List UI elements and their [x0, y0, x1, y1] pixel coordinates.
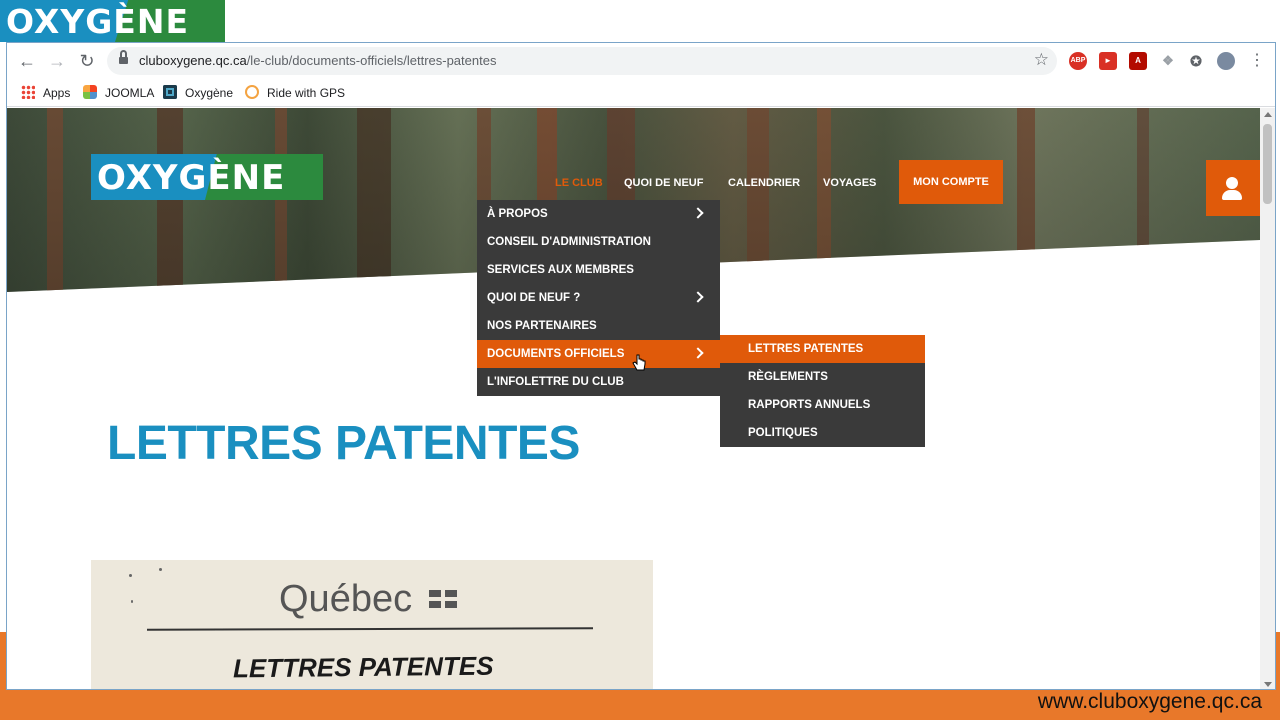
- overlay-logo: OXYGÈNE: [0, 0, 225, 42]
- quebec-flag-icon: [429, 590, 461, 610]
- site-logo-text: OXYGÈNE: [97, 158, 286, 198]
- menu-item-infolettre[interactable]: L'INFOLETTRE DU CLUB: [477, 368, 720, 396]
- submenu-item-politiques[interactable]: POLITIQUES: [720, 419, 925, 447]
- joomla-icon: [83, 85, 97, 99]
- address-url[interactable]: cluboxygene.qc.ca/le-club/documents-offi…: [139, 53, 496, 68]
- back-arrow-icon[interactable]: ←: [15, 49, 39, 73]
- chevron-right-icon: [692, 291, 704, 303]
- extensions-puzzle-icon[interactable]: ✪: [1187, 52, 1205, 70]
- lettres-patentes-document-image: Québec LETTRES PATENTES: [91, 560, 653, 689]
- submenu-item-rapports-annuels[interactable]: RAPPORTS ANNUELS: [720, 391, 925, 419]
- browser-window: ← → ↻ cluboxygene.qc.ca/le-club/document…: [6, 42, 1276, 690]
- caption-website-url: www.cluboxygene.qc.ca: [1037, 690, 1262, 713]
- page-title: LETTRES PATENTES: [107, 417, 580, 470]
- browser-toolbar: ← → ↻ cluboxygene.qc.ca/le-club/document…: [7, 43, 1275, 79]
- document-header-quebec: Québec: [279, 578, 413, 620]
- address-bar[interactable]: cluboxygene.qc.ca/le-club/documents-offi…: [107, 47, 1057, 75]
- submenu-item-lettres-patentes[interactable]: LETTRES PATENTES: [720, 335, 925, 363]
- user-account-button[interactable]: [1206, 160, 1260, 216]
- bookmark-joomla[interactable]: JOOMLA: [83, 85, 154, 100]
- video-extension-icon[interactable]: ►: [1099, 52, 1117, 70]
- bookmark-oxygene[interactable]: Oxygène: [163, 85, 233, 100]
- browser-menu-icon[interactable]: ⋮: [1245, 49, 1269, 73]
- scrollbar-thumb[interactable]: [1263, 124, 1272, 204]
- menu-item-documents-officiels[interactable]: DOCUMENTS OFFICIELS: [477, 340, 720, 368]
- oxygene-icon: [163, 85, 177, 99]
- pdf-extension-icon[interactable]: A: [1129, 52, 1147, 70]
- bookmarks-bar: Apps JOOMLA Oxygène Ride with GPS: [7, 79, 1275, 107]
- forward-arrow-icon[interactable]: →: [45, 49, 69, 73]
- dropbox-extension-icon[interactable]: ❖: [1159, 52, 1177, 70]
- chevron-right-icon: [692, 207, 704, 219]
- menu-item-quoi-de-neuf[interactable]: QUOI DE NEUF ?: [477, 284, 720, 312]
- bookmark-star-icon[interactable]: ☆: [1034, 50, 1049, 70]
- menu-item-a-propos[interactable]: À PROPOS: [477, 200, 720, 228]
- site-logo[interactable]: OXYGÈNE: [91, 154, 323, 200]
- page-scrollbar[interactable]: [1260, 108, 1275, 689]
- scroll-down-arrow-icon[interactable]: [1264, 682, 1272, 687]
- le-club-dropdown-menu: À PROPOS CONSEIL D'ADMINISTRATION SERVIC…: [477, 200, 720, 396]
- documents-officiels-submenu: LETTRES PATENTES RÈGLEMENTS RAPPORTS ANN…: [720, 335, 925, 447]
- submenu-item-reglements[interactable]: RÈGLEMENTS: [720, 363, 925, 391]
- menu-item-conseil[interactable]: CONSEIL D'ADMINISTRATION: [477, 228, 720, 256]
- bookmark-apps[interactable]: Apps: [21, 85, 70, 100]
- document-title: LETTRES PATENTES: [232, 650, 494, 684]
- mon-compte-button[interactable]: MON COMPTE: [899, 160, 1003, 204]
- nav-calendrier[interactable]: CALENDRIER: [728, 177, 800, 189]
- reload-icon[interactable]: ↻: [75, 49, 99, 73]
- profile-avatar[interactable]: [1217, 52, 1235, 70]
- nav-quoi-de-neuf[interactable]: QUOI DE NEUF: [624, 177, 703, 189]
- menu-item-services[interactable]: SERVICES AUX MEMBRES: [477, 256, 720, 284]
- scroll-up-arrow-icon[interactable]: [1264, 112, 1272, 117]
- adblock-extension-icon[interactable]: ABP: [1069, 52, 1087, 70]
- url-domain: cluboxygene.qc.ca: [139, 53, 247, 68]
- lock-icon: [119, 50, 128, 65]
- apps-grid-icon: [21, 85, 35, 99]
- menu-item-partenaires[interactable]: NOS PARTENAIRES: [477, 312, 720, 340]
- bike-icon: [245, 85, 259, 99]
- web-page: OXYGÈNE LE CLUB QUOI DE NEUF CALENDRIER …: [7, 108, 1260, 689]
- url-path: /le-club/documents-officiels/lettres-pat…: [246, 53, 497, 68]
- hand-cursor-icon: [632, 354, 646, 371]
- nav-le-club[interactable]: LE CLUB: [555, 177, 603, 189]
- nav-voyages[interactable]: VOYAGES: [823, 177, 876, 189]
- overlay-logo-text: OXYGÈNE: [6, 2, 190, 41]
- chevron-right-icon: [692, 347, 704, 359]
- bookmark-ride-with-gps[interactable]: Ride with GPS: [245, 85, 345, 100]
